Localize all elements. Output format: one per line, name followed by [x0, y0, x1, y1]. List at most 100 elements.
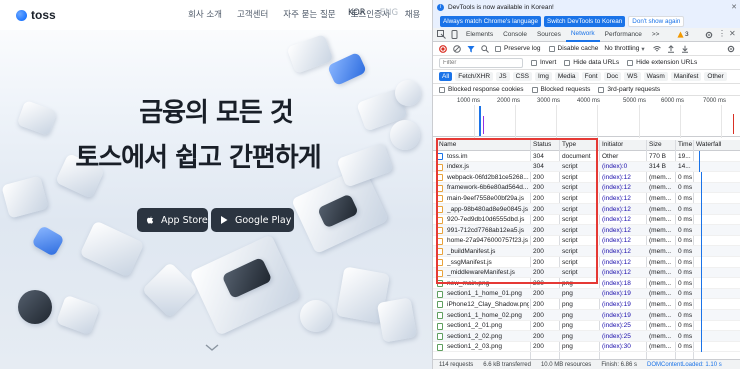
throttling-select[interactable]: No throttling [604, 45, 639, 52]
request-name: section1_1_home_01.png [447, 290, 522, 298]
clear-icon[interactable] [453, 44, 461, 53]
col-initiator[interactable]: Initiator [602, 141, 623, 148]
request-initiator[interactable]: (index):25 [602, 333, 645, 340]
filter-input[interactable] [439, 57, 523, 68]
tab-elements[interactable]: Elements [461, 28, 498, 42]
devtools-info-bar: i DevTools is now available in Korean! ✕ [433, 0, 740, 14]
upload-icon[interactable] [667, 44, 675, 53]
request-initiator[interactable]: (index):19 [602, 290, 645, 297]
type-all[interactable]: All [439, 72, 453, 81]
tab-network[interactable]: Network [565, 28, 600, 42]
preserve-log-checkbox[interactable] [495, 45, 501, 52]
type-fetch-xhr[interactable]: Fetch/XHR [455, 72, 494, 81]
type-media[interactable]: Media [554, 72, 579, 81]
col-size[interactable]: Size [649, 141, 662, 148]
inspect-icon[interactable] [437, 30, 446, 39]
network-overview-timeline[interactable]: 1000 ms 2000 ms 3000 ms 4000 ms 5000 ms … [433, 95, 740, 138]
chevron-down-icon[interactable]: ▾ [641, 45, 644, 53]
google-play-button[interactable]: Google Play [211, 208, 294, 232]
network-settings-icon[interactable] [727, 45, 735, 53]
type-doc[interactable]: Doc [603, 72, 622, 81]
type-img[interactable]: Img [535, 72, 552, 81]
network-request-row[interactable]: section1_2_01.png 200 png (index):25 (mem...… [433, 320, 740, 332]
type-manifest[interactable]: Manifest [670, 72, 702, 81]
type-ws[interactable]: WS [624, 72, 641, 81]
warning-badge[interactable]: 3 [677, 31, 689, 38]
request-initiator[interactable]: (index):12 [602, 248, 645, 255]
waterfall-bar [701, 172, 702, 183]
scroll-down-chevron-icon[interactable] [205, 344, 219, 352]
request-time: 0 ms [678, 343, 693, 351]
request-initiator[interactable]: (index):12 [602, 237, 645, 244]
download-icon[interactable] [681, 45, 689, 53]
nav-company[interactable]: 회사 소개 [188, 8, 222, 20]
request-type: png [562, 300, 573, 308]
close-devtools-icon[interactable]: ✕ [729, 29, 737, 38]
more-tabs-button[interactable]: >> [647, 28, 665, 42]
close-icon[interactable]: ✕ [731, 3, 737, 11]
info-text: DevTools is now available in Korean! [448, 3, 554, 11]
network-request-row[interactable]: section1_1_home_01.png 200 png (index):19 (m… [433, 288, 740, 300]
tab-console[interactable]: Console [498, 28, 532, 42]
network-toolbar: Preserve log Disable cache No throttling… [433, 42, 740, 56]
request-initiator[interactable]: (index):12 [602, 259, 645, 266]
col-time[interactable]: Time [678, 141, 692, 148]
status-resources: 10.0 MB resources [540, 361, 592, 368]
devtools-tabs: Elements Console Sources Network Perform… [433, 28, 740, 42]
match-language-button[interactable]: Always match Chrome's language [440, 15, 542, 27]
request-initiator[interactable]: (index):18 [602, 280, 645, 287]
type-css[interactable]: CSS [512, 72, 532, 81]
lang-kor[interactable]: KOR [348, 8, 366, 18]
request-initiator[interactable]: (index):12 [602, 184, 645, 191]
toss-logo[interactable]: toss [16, 8, 56, 22]
app-store-button[interactable]: App Store [137, 208, 208, 232]
hide-extension-urls-checkbox[interactable] [627, 59, 634, 66]
nav-careers[interactable]: 채용 [405, 8, 421, 20]
tab-performance[interactable]: Performance [600, 28, 647, 42]
nav-support[interactable]: 고객센터 [237, 8, 268, 20]
network-request-row[interactable]: iPhone12_Clay_Shadow.png 200 png (index):19… [433, 299, 740, 310]
kebab-menu-icon[interactable]: ⋮ [718, 29, 726, 38]
request-initiator[interactable]: (index):12 [602, 206, 645, 213]
request-initiator[interactable]: (index):12 [602, 227, 645, 234]
type-wasm[interactable]: Wasm [643, 72, 668, 81]
request-initiator[interactable]: (index):12 [602, 269, 645, 276]
type-js[interactable]: JS [496, 72, 510, 81]
search-icon[interactable] [481, 44, 489, 53]
request-initiator[interactable]: (index):12 [602, 174, 645, 181]
network-request-row[interactable]: section1_2_02.png 200 png (index):25 (mem...… [433, 331, 740, 342]
settings-gear-icon[interactable] [705, 31, 713, 39]
request-bar-1 [479, 106, 481, 136]
wifi-icon[interactable] [652, 45, 661, 53]
request-initiator[interactable]: Other [602, 153, 645, 160]
request-initiator[interactable]: (index):19 [602, 312, 645, 319]
switch-korean-button[interactable]: Switch DevTools to Korean [544, 15, 626, 27]
tick-5000: 5000 ms [623, 98, 647, 104]
filter-icon[interactable] [467, 45, 475, 53]
type-other[interactable]: Other [704, 72, 727, 81]
record-stop-icon[interactable] [439, 44, 447, 53]
request-initiator[interactable]: (index):12 [602, 195, 645, 202]
request-size: (mem... [649, 269, 672, 277]
request-initiator[interactable]: (index):30 [602, 343, 645, 350]
type-font[interactable]: Font [581, 72, 601, 81]
third-party-checkbox[interactable] [598, 86, 605, 93]
disable-cache-checkbox[interactable] [548, 45, 555, 52]
image-file-icon [437, 290, 443, 298]
hide-data-urls-checkbox[interactable] [564, 59, 571, 66]
lang-eng[interactable]: ENG [380, 8, 398, 18]
blocked-cookies-checkbox[interactable] [439, 86, 445, 93]
network-request-row[interactable]: section1_1_home_02.png 200 png (index):19 (m… [433, 310, 740, 321]
request-initiator[interactable]: (index):19 [602, 301, 645, 308]
network-request-row[interactable]: section1_2_03.png 200 png (index):30 (mem...… [433, 341, 740, 353]
nav-faq[interactable]: 자주 묻는 질문 [283, 8, 335, 20]
dont-show-again-button[interactable]: Don't show again [628, 15, 685, 27]
blocked-requests-checkbox[interactable] [531, 86, 538, 93]
tab-sources[interactable]: Sources [532, 28, 566, 42]
invert-checkbox[interactable] [531, 59, 537, 66]
request-initiator[interactable]: (index):12 [602, 216, 645, 223]
col-waterfall[interactable]: Waterfall [696, 141, 721, 148]
request-initiator[interactable]: (index):0 [602, 163, 645, 170]
request-initiator[interactable]: (index):25 [602, 322, 645, 329]
device-toolbar-icon[interactable] [450, 30, 459, 39]
